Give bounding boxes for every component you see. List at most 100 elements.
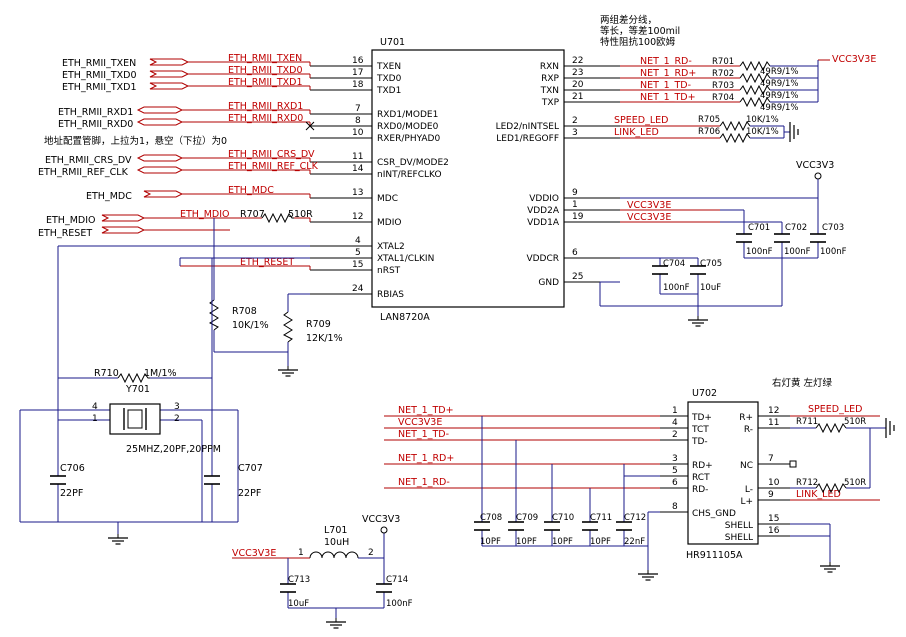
net-label: NET_1_RD- [640, 56, 692, 67]
u701-pin-num: 8 [355, 116, 361, 126]
r703-value: 49R9/1% [760, 91, 798, 101]
u701-pin-num: 1 [572, 200, 578, 210]
u701-pin-num: 17 [352, 68, 363, 78]
u701-pin-name: RBIAS [377, 290, 404, 300]
c702-value: 100nF [784, 247, 811, 257]
r709-value: 12K/1% [306, 333, 343, 344]
u702-jack: U702 HR911105A 右灯黄 左灯绿 1 4 2 3 5 6 8 TD+… [384, 377, 895, 581]
r702-ref: R702 [712, 69, 734, 79]
r711-ref: R711 [796, 417, 818, 427]
u701-pin-name: MDC [377, 194, 398, 204]
u701-pin-name: TXP [541, 98, 560, 108]
c709-ref: C709 [516, 513, 538, 523]
c701-value: 100nF [746, 247, 773, 257]
r709-ref: R709 [306, 319, 331, 330]
port-label: ETH_RMII_TXD1 [62, 82, 137, 93]
port-label: ETH_RMII_RXD1 [58, 107, 133, 118]
u701-pin-name: VDDCR [526, 254, 559, 264]
port-label: ETH_MDC [86, 191, 132, 202]
port-label: ETH_RMII_REF_CLK [38, 167, 129, 178]
r701-value: 49R9/1% [760, 67, 798, 77]
u702-pin-num: 12 [768, 406, 779, 416]
u701-pin-num: 25 [572, 272, 583, 282]
u702-pin-num: 16 [768, 526, 780, 536]
r701-ref: R701 [712, 57, 734, 67]
u701-pin-num: 18 [352, 80, 364, 90]
r705-value: 10K/1% [746, 115, 779, 125]
u701-pin-num: 11 [352, 152, 363, 162]
c705-value: 10uF [700, 283, 721, 293]
u701-pin-name: TXN [540, 86, 559, 96]
vcc3v3e-label-2: VCC3V3E [232, 548, 276, 559]
u702-pin-name: L+ [740, 497, 753, 507]
l701-pin-2: 2 [368, 548, 374, 558]
u701-part: LAN8720A [380, 312, 430, 323]
y701-ref: Y701 [125, 384, 150, 395]
u701-pin-num: 20 [572, 80, 584, 90]
net-label: NET_1_TD+ [398, 405, 454, 416]
r706-value: 10K/1% [746, 127, 779, 137]
addr-note: 地址配置管脚，上拉为1，悬空（下拉）为0 [44, 135, 227, 147]
port-label: ETH_RMII_CRS_DV [45, 155, 132, 166]
u701-pin-name: TXD1 [376, 86, 401, 96]
u702-pin-num: 3 [672, 454, 678, 464]
u701-pin-num: 19 [572, 212, 584, 222]
r706-ref: R706 [698, 127, 720, 137]
u701-pin-name: nINT/REFCLKO [377, 170, 442, 180]
u702-pin-name: RCT [692, 473, 710, 483]
y701-value: 25MHZ,20PF,20PPM [126, 444, 221, 455]
u702-pin-name: RD+ [692, 461, 713, 471]
r710-ref: R710 [94, 368, 119, 379]
r702-value: 49R9/1% [760, 79, 798, 89]
net-label: ETH_RMII_TXD1 [228, 77, 303, 88]
u701-pin-name: CSR_DV/MODE2 [377, 158, 449, 168]
r704-ref: R704 [712, 93, 734, 103]
u702-part: HR911105A [686, 550, 743, 561]
u702-pin-name: TD+ [691, 413, 712, 423]
c711-ref: C711 [590, 513, 612, 523]
net-label: NET_1_RD+ [640, 68, 696, 79]
net-label: NET_1_TD+ [640, 92, 696, 103]
c706-value: 22PF [60, 488, 83, 499]
u701-pin-num: 23 [572, 68, 583, 78]
u701-pin-name: XTAL1/CLKIN [377, 254, 434, 264]
r710-value: 1M/1% [144, 368, 177, 379]
u702-pin-num: 6 [672, 478, 678, 488]
u701-pin-num: 2 [572, 116, 578, 126]
net-label: SPEED_LED [614, 115, 668, 126]
r711-value: 510R [844, 417, 866, 427]
u702-pin-num: 7 [768, 454, 774, 464]
net-label: VCC3V3E [627, 212, 671, 223]
c711-value: 10PF [590, 537, 611, 547]
u701-chip: U701 LAN8720A 16 17 18 7 8 10 11 14 13 1… [310, 37, 620, 323]
u701-pin-name: VDD2A [527, 206, 560, 216]
port-label: ETH_MDIO [46, 215, 96, 226]
vcc3v3e-label: VCC3V3E [832, 54, 876, 65]
u702-pin-name: TD- [691, 437, 708, 447]
net-label: SPEED_LED [808, 404, 862, 415]
y701-crystal [109, 403, 161, 435]
led-note: 右灯黄 左灯绿 [772, 377, 833, 389]
u702-pin-num: 1 [672, 406, 678, 416]
u702-pin-num: 5 [672, 466, 678, 476]
schematic-canvas: U701 LAN8720A 16 17 18 7 8 10 11 14 13 1… [19, 14, 895, 629]
port-label: ETH_RMII_RXD0 [58, 119, 133, 130]
vcc3v3-label-2: VCC3V3 [362, 514, 400, 525]
r712-value: 510R [844, 478, 866, 488]
net-label: NET_1_TD- [398, 429, 449, 440]
net-label: LINK_LED [614, 127, 659, 138]
u701-pin-num: 3 [572, 128, 578, 138]
c710-value: 10PF [552, 537, 573, 547]
u702-pin-num: 2 [672, 430, 678, 440]
net-label: ETH_MDC [228, 185, 274, 196]
u702-pin-num: 4 [672, 418, 678, 428]
c704-ref: C704 [663, 259, 685, 269]
u702-pin-num: 9 [768, 490, 774, 500]
port-label: ETH_RMII_TXD0 [62, 70, 137, 81]
c707-ref: C707 [238, 463, 263, 474]
r708-value: 10K/1% [232, 320, 269, 331]
u701-pin-name: LED2/nINTSEL [496, 122, 559, 132]
net-label: LINK_LED [796, 489, 841, 500]
pair-note-3: 特性阻抗100欧姆 [600, 36, 676, 48]
y701-pin-3: 3 [174, 402, 180, 412]
